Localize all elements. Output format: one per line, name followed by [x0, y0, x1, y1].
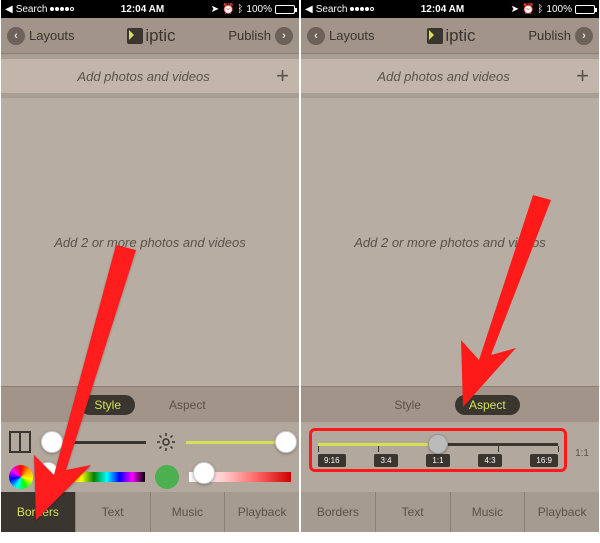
battery-pct: 100%	[246, 4, 272, 15]
style-controls-panel	[1, 422, 299, 492]
battery-icon	[275, 5, 295, 14]
location-icon: ➤	[211, 4, 219, 15]
subtab-bar: Style Aspect	[1, 386, 299, 422]
canvas-area[interactable]: Add 2 or more photos and videos	[1, 98, 299, 386]
nav-bar: ‹ Layouts iptic Publish ›	[301, 18, 599, 54]
slider-thumb[interactable]	[41, 431, 63, 453]
tab-music[interactable]: Music	[451, 492, 526, 532]
nav-publish-button[interactable]: Publish ›	[228, 27, 293, 45]
nav-publish-label: Publish	[228, 28, 271, 43]
ratio-label[interactable]: 1:1	[426, 454, 449, 467]
tab-text[interactable]: Text	[76, 492, 151, 532]
ratio-label[interactable]: 16:9	[530, 454, 558, 467]
chevron-right-icon: ›	[275, 27, 293, 45]
nav-back-label: Layouts	[29, 28, 75, 43]
alarm-icon: ⏰	[222, 4, 234, 15]
bluetooth-icon: ᛒ	[237, 4, 243, 15]
back-to-app-icon[interactable]: ◀	[305, 4, 313, 15]
chevron-right-icon: ›	[575, 27, 593, 45]
tab-borders[interactable]: Borders	[1, 492, 76, 532]
signal-strength-icon	[350, 7, 374, 11]
back-to-app-label[interactable]: Search	[316, 4, 348, 15]
plus-icon[interactable]: +	[576, 63, 589, 89]
bluetooth-icon: ᛒ	[537, 4, 543, 15]
nav-back-label: Layouts	[329, 28, 375, 43]
tab-borders[interactable]: Borders	[301, 492, 376, 532]
slider-thumb[interactable]	[193, 462, 215, 484]
tab-playback[interactable]: Playback	[225, 492, 299, 532]
phone-left: ◀ Search 12:04 AM ➤ ⏰ ᛒ 100% ‹ Layouts i…	[1, 0, 299, 532]
add-media-strip[interactable]: Add photos and videos +	[301, 59, 599, 93]
nav-publish-label: Publish	[528, 28, 571, 43]
canvas-empty-prompt: Add 2 or more photos and videos	[54, 235, 246, 250]
subtab-style[interactable]: Style	[80, 395, 135, 415]
logo-mark-icon	[427, 28, 443, 44]
signal-strength-icon	[50, 7, 74, 11]
battery-pct: 100%	[546, 4, 572, 15]
nav-publish-button[interactable]: Publish ›	[528, 27, 593, 45]
tab-text[interactable]: Text	[376, 492, 451, 532]
brightness-slider[interactable]	[186, 441, 291, 444]
subtab-aspect[interactable]: Aspect	[455, 395, 520, 415]
aspect-current-value: 1:1	[575, 448, 589, 459]
logo-text: iptic	[445, 26, 475, 46]
nav-bar: ‹ Layouts iptic Publish ›	[1, 18, 299, 54]
app-logo: iptic	[427, 26, 475, 46]
fill-color-slider[interactable]	[189, 472, 291, 482]
chevron-left-icon: ‹	[307, 27, 325, 45]
tab-music[interactable]: Music	[151, 492, 226, 532]
app-logo: iptic	[127, 26, 175, 46]
ratio-label[interactable]: 4:3	[478, 454, 501, 467]
subtab-bar: Style Aspect	[301, 386, 599, 422]
slider-thumb[interactable]	[275, 431, 297, 453]
back-to-app-label[interactable]: Search	[16, 4, 48, 15]
chevron-left-icon: ‹	[7, 27, 25, 45]
aspect-controls-panel: 9:16 3:4 1:1 4:3 16:9 1:1	[301, 422, 599, 492]
status-bar: ◀ Search 12:04 AM ➤ ⏰ ᛒ 100%	[1, 0, 299, 18]
nav-back-button[interactable]: ‹ Layouts	[7, 27, 75, 45]
color-wheel-icon[interactable]	[9, 465, 33, 489]
add-media-prompt: Add photos and videos	[311, 69, 576, 84]
brightness-icon	[156, 432, 176, 452]
fill-color-icon[interactable]	[155, 465, 179, 489]
logo-text: iptic	[145, 26, 175, 46]
add-media-strip[interactable]: Add photos and videos +	[1, 59, 299, 93]
add-media-prompt: Add photos and videos	[11, 69, 276, 84]
border-color-slider[interactable]	[43, 472, 145, 482]
status-bar: ◀ Search 12:04 AM ➤ ⏰ ᛒ 100%	[301, 0, 599, 18]
plus-icon[interactable]: +	[276, 63, 289, 89]
subtab-aspect[interactable]: Aspect	[155, 395, 220, 415]
aspect-ratio-slider[interactable]	[318, 443, 558, 446]
status-time: 12:04 AM	[421, 4, 465, 15]
location-icon: ➤	[511, 4, 519, 15]
layout-split-icon[interactable]	[9, 431, 31, 453]
border-width-slider[interactable]	[41, 441, 146, 444]
ratio-label[interactable]: 9:16	[318, 454, 346, 467]
canvas-empty-prompt: Add 2 or more photos and videos	[354, 235, 546, 250]
alarm-icon: ⏰	[522, 4, 534, 15]
nav-back-button[interactable]: ‹ Layouts	[307, 27, 375, 45]
subtab-style[interactable]: Style	[380, 395, 435, 415]
slider-thumb[interactable]	[428, 434, 448, 454]
slider-thumb[interactable]	[37, 462, 59, 484]
tab-playback[interactable]: Playback	[525, 492, 599, 532]
back-to-app-icon[interactable]: ◀	[5, 4, 13, 15]
status-time: 12:04 AM	[121, 4, 165, 15]
aspect-slider-highlight: 9:16 3:4 1:1 4:3 16:9	[309, 428, 567, 472]
bottom-tab-bar: Borders Text Music Playback	[301, 492, 599, 532]
ratio-label[interactable]: 3:4	[374, 454, 397, 467]
canvas-area[interactable]: Add 2 or more photos and videos	[301, 98, 599, 386]
battery-icon	[575, 5, 595, 14]
aspect-ratio-labels: 9:16 3:4 1:1 4:3 16:9	[318, 454, 558, 467]
bottom-tab-bar: Borders Text Music Playback	[1, 492, 299, 532]
logo-mark-icon	[127, 28, 143, 44]
phone-right: ◀ Search 12:04 AM ➤ ⏰ ᛒ 100% ‹ Layouts i…	[301, 0, 599, 532]
